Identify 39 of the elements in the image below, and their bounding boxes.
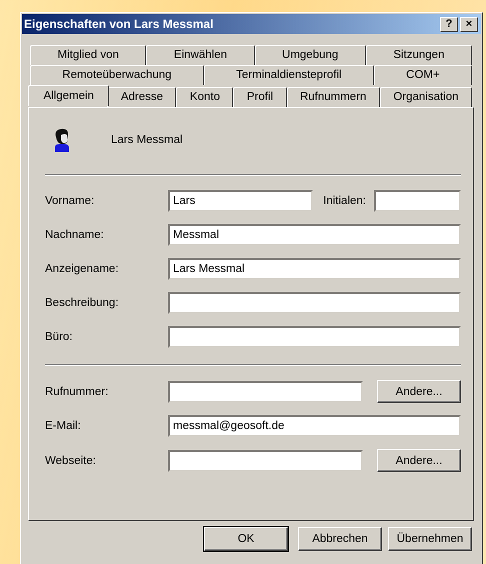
field-label: E-Mail: (45, 420, 82, 432)
input-field[interactable] (374, 190, 461, 212)
help-button[interactable]: ? (440, 16, 458, 32)
tab[interactable]: Organisation (380, 87, 472, 108)
input-field[interactable]: Lars (168, 190, 314, 212)
field-label: Webseite: (45, 454, 97, 466)
input-field[interactable]: Messmal (168, 224, 461, 246)
window-title: Eigenschaften von Lars Messmal (24, 17, 214, 31)
field-label: Rufnummer: (45, 386, 110, 398)
tab[interactable]: Einwählen (146, 45, 255, 65)
input-field[interactable] (168, 450, 363, 472)
tab[interactable]: Konto (176, 87, 234, 108)
tab[interactable]: Allgemein (28, 85, 110, 106)
field-label: Initialen: (323, 195, 366, 207)
tab[interactable]: Sitzungen (366, 45, 472, 65)
field-label: Beschreibung: (45, 297, 120, 309)
tab[interactable]: Terminaldiensteprofil (204, 65, 374, 85)
tab[interactable]: Adresse (107, 87, 176, 108)
tab[interactable]: Mitglied von (30, 45, 146, 65)
tab[interactable]: Rufnummern (286, 87, 380, 108)
user-name: Lars Messmal (111, 134, 183, 146)
apply-button[interactable]: Übernehmen (388, 527, 472, 551)
input-field[interactable]: messmal@geosoft.de (168, 415, 461, 437)
ok-button[interactable]: OK (204, 527, 288, 551)
input-field[interactable] (168, 292, 461, 314)
field-label: Büro: (45, 331, 74, 343)
close-button[interactable]: × (460, 16, 478, 32)
tab[interactable]: Umgebung (254, 45, 366, 65)
other-button[interactable]: Andere... (377, 380, 461, 403)
field-label: Nachname: (45, 229, 105, 241)
other-button[interactable]: Andere... (377, 449, 461, 472)
tab[interactable]: Profil (233, 87, 287, 108)
tab[interactable]: COM+ (374, 65, 472, 85)
field-label: Anzeigename: (45, 263, 120, 275)
input-field[interactable] (168, 380, 363, 402)
input-field[interactable] (168, 326, 461, 348)
field-label: Vorname: (45, 195, 96, 207)
input-field[interactable]: Lars Messmal (168, 258, 461, 280)
cancel-button[interactable]: Abbrechen (298, 527, 382, 551)
